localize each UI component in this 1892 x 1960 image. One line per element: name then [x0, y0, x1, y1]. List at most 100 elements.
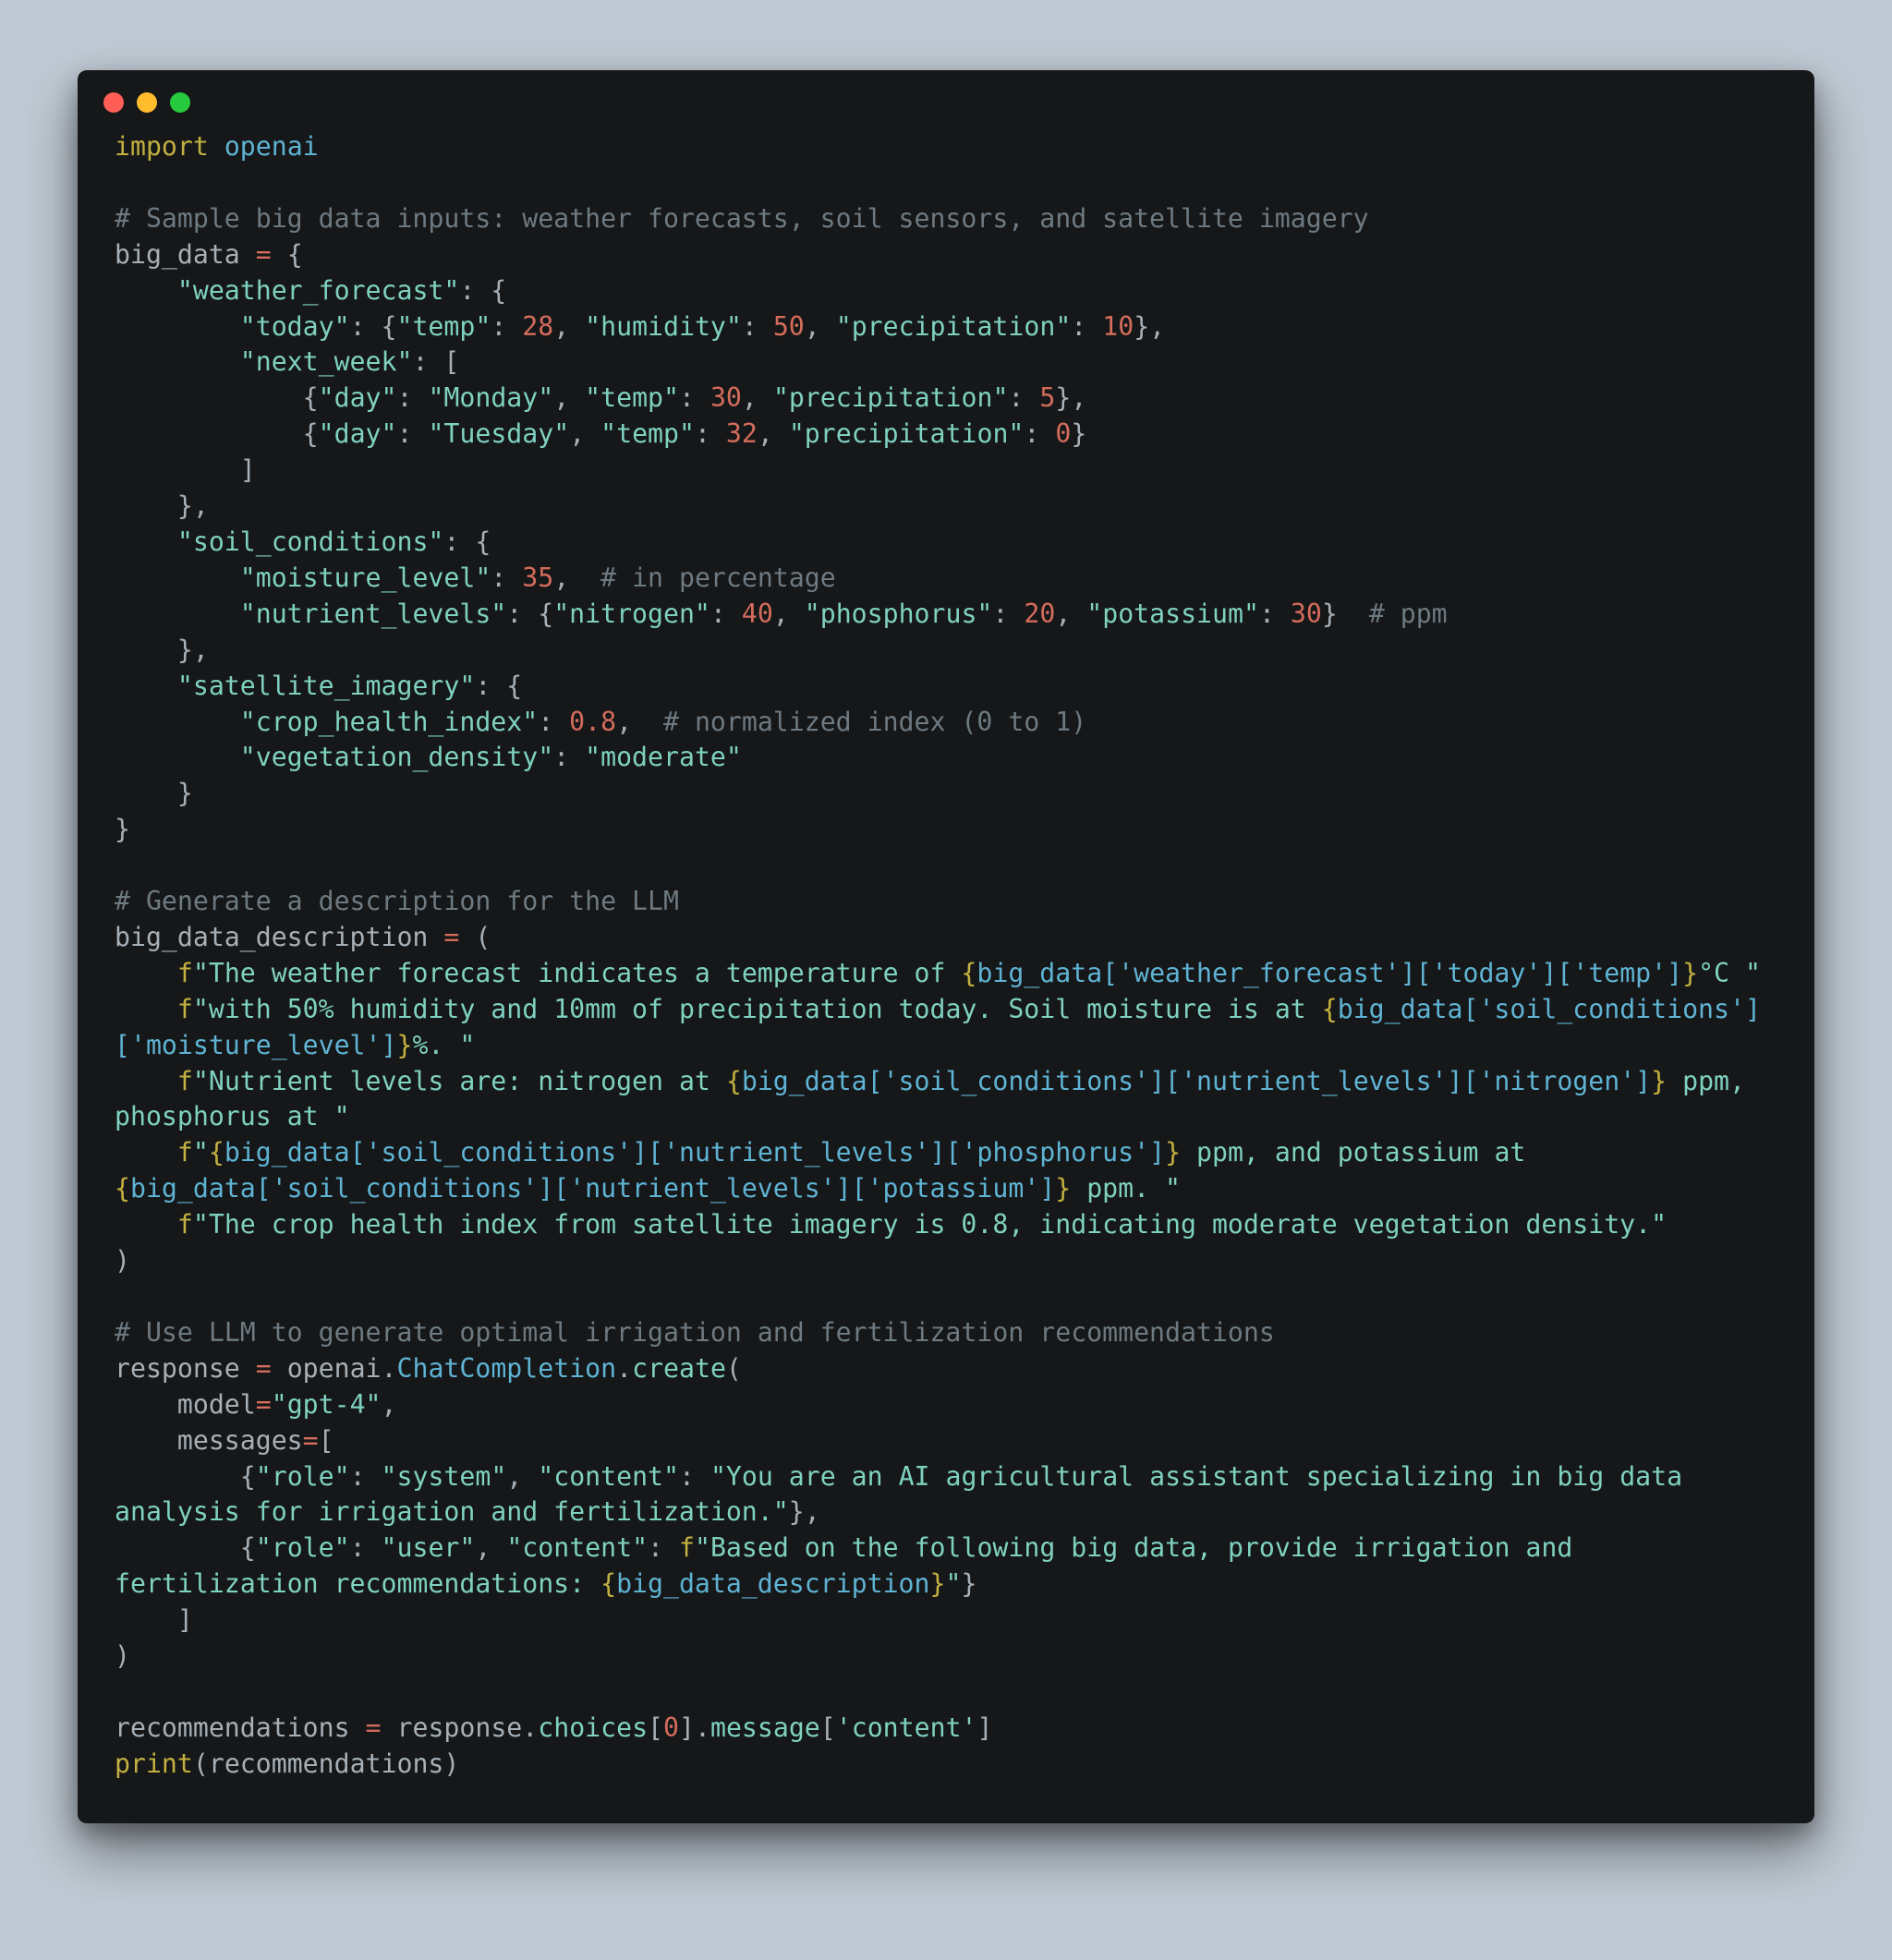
brace: { [115, 1173, 130, 1204]
interp: big_data['soil_conditions']['nutrient_le… [224, 1137, 1165, 1168]
num: 30 [1291, 599, 1322, 629]
code-block: import openai # Sample big data inputs: … [78, 118, 1814, 1823]
dict-key: "day" [319, 418, 397, 449]
fprefix: f [177, 1137, 193, 1168]
fprefix: f [177, 1066, 193, 1096]
brace: { [272, 239, 303, 270]
op-eq: = [256, 1389, 272, 1420]
dict-key: "temp" [396, 311, 491, 342]
identifier: recommendations [115, 1712, 366, 1743]
num: 30 [710, 382, 742, 413]
brace: } [1682, 958, 1698, 988]
brace: { [1322, 994, 1338, 1024]
interp: big_data['soil_conditions']['nutrient_le… [742, 1066, 1651, 1096]
op-eq: = [366, 1712, 382, 1743]
zoom-icon[interactable] [170, 92, 190, 113]
brace: } [1055, 1173, 1071, 1204]
brace: } [1165, 1137, 1181, 1168]
op-eq: = [256, 1353, 272, 1384]
str: "Tuesday" [428, 418, 569, 449]
identifier: big_data_description [115, 922, 443, 952]
brace: { [209, 1137, 224, 1168]
num: 32 [726, 418, 758, 449]
fstring: %. " [412, 1030, 475, 1060]
dict-key: "soil_conditions" [177, 526, 444, 557]
str: "gpt-4" [272, 1389, 382, 1420]
minimize-icon[interactable] [137, 92, 157, 113]
dict-key: "today" [240, 311, 350, 342]
kwarg: model [177, 1389, 256, 1420]
num: 0 [663, 1712, 679, 1743]
dict-key: "role" [256, 1532, 350, 1563]
identifier: recommendations [209, 1748, 444, 1779]
fstring: ppm, and potassium at [1181, 1137, 1541, 1168]
dict-key: "next_week" [240, 346, 413, 377]
fprefix: f [177, 958, 193, 988]
num: 5 [1039, 382, 1055, 413]
fstring: ppm. " [1071, 1173, 1181, 1204]
str: "system" [382, 1461, 507, 1492]
fn-print: print [115, 1748, 193, 1779]
prop: message [710, 1712, 820, 1743]
brace: } [1651, 1066, 1667, 1096]
dict-key: "humidity" [585, 311, 742, 342]
dict-key: "temp" [600, 418, 695, 449]
kwarg: messages [177, 1425, 303, 1456]
interp: big_data_description [616, 1568, 929, 1599]
fprefix: f [679, 1532, 695, 1563]
dict-key: "moisture_level" [240, 563, 491, 593]
comment: # normalized index (0 to 1) [663, 707, 1086, 737]
num: 0 [1055, 418, 1071, 449]
brace: } [929, 1568, 945, 1599]
op-eq: = [443, 922, 459, 952]
dict-key: "temp" [585, 382, 679, 413]
str: 'content' [836, 1712, 977, 1743]
num: 35 [522, 563, 553, 593]
dict-key: "weather_forecast" [177, 275, 459, 306]
fstring: °C " [1698, 958, 1761, 988]
interp: big_data['weather_forecast']['today']['t… [976, 958, 1682, 988]
dict-key: "content" [538, 1461, 679, 1492]
comment: # ppm [1369, 599, 1448, 629]
brace: { [961, 958, 976, 988]
brace: { [600, 1568, 616, 1599]
num: 50 [773, 311, 805, 342]
fstring: "The weather forecast indicates a temper… [193, 958, 962, 988]
fprefix: f [177, 994, 193, 1024]
identifier: response [397, 1712, 523, 1743]
fstring: " [945, 1568, 961, 1599]
fstring: "The crop health index from satellite im… [193, 1209, 1667, 1240]
str: "user" [382, 1532, 476, 1563]
num: 20 [1024, 599, 1055, 629]
op-eq: = [303, 1425, 319, 1456]
comment: # Generate a description for the LLM [115, 886, 679, 916]
dict-key: "potassium" [1086, 599, 1259, 629]
fprefix: f [177, 1209, 193, 1240]
fstring: "Nutrient levels are: nitrogen at [193, 1066, 726, 1096]
comment: # in percentage [600, 563, 836, 593]
identifier: response [115, 1353, 256, 1384]
dict-key: "phosphorus" [805, 599, 993, 629]
str: "Monday" [428, 382, 553, 413]
window-titlebar [78, 70, 1814, 118]
interp: big_data['soil_conditions']['nutrient_le… [130, 1173, 1055, 1204]
dict-key: "precipitation" [789, 418, 1025, 449]
str: "moderate" [585, 742, 742, 772]
fstring: "with 50% humidity and 10mm of precipita… [193, 994, 1322, 1024]
kw-import: import [115, 131, 209, 162]
method: create [632, 1353, 726, 1384]
brace: } [396, 1030, 412, 1060]
dict-key: "satellite_imagery" [177, 671, 475, 701]
close-icon[interactable] [103, 92, 124, 113]
brace: { [726, 1066, 742, 1096]
prop: choices [538, 1712, 648, 1743]
dict-key: "precipitation" [836, 311, 1072, 342]
dict-key: "vegetation_density" [240, 742, 553, 772]
fstring: " [193, 1137, 209, 1168]
num: 10 [1102, 311, 1134, 342]
comment: # Sample big data inputs: weather foreca… [115, 203, 1369, 234]
dict-key: "nitrogen" [553, 599, 710, 629]
num: 28 [522, 311, 553, 342]
num: 0.8 [569, 707, 616, 737]
comment: # Use LLM to generate optimal irrigation… [115, 1317, 1275, 1348]
